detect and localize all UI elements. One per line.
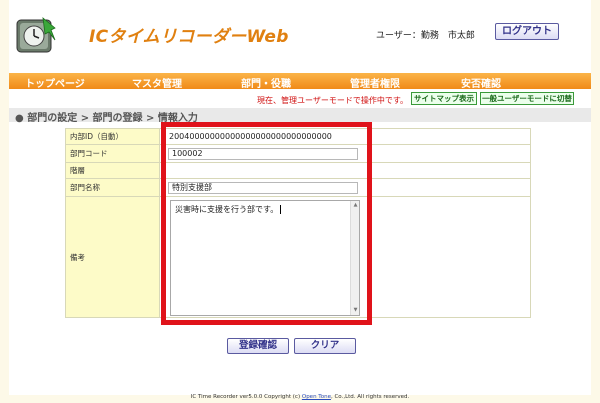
user-mode-button[interactable]: 一般ユーザーモードに切替 — [480, 92, 574, 105]
nav-item-admin[interactable]: 管理者権限 — [350, 75, 400, 90]
confirm-button[interactable]: 登録確認 — [227, 338, 289, 354]
nav-item-safety[interactable]: 安否確認 — [461, 75, 501, 90]
clear-button[interactable]: クリア — [294, 338, 356, 354]
nav-item-master[interactable]: マスタ管理 — [132, 75, 182, 90]
page-container: ICタイムリコーダーWeb ユーザー：勤務 市太郎 ログアウト トップページ マ… — [9, 0, 591, 395]
sitemap-button[interactable]: サイトマップ表示 — [411, 92, 477, 105]
app-title: ICタイムリコーダーWeb — [89, 27, 289, 47]
nav-item-top-page[interactable]: トップページ — [25, 75, 85, 90]
hierarchy-label: 階層 — [66, 163, 160, 178]
department-name-label: 部門名称 — [66, 179, 160, 196]
user-info: ユーザー：勤務 市太郎 — [376, 31, 475, 41]
mode-message: 現在、管理ユーザーモードで操作中です。 — [257, 96, 409, 105]
department-code-label: 部門コード — [66, 145, 160, 162]
footer-link[interactable]: Open Tone — [302, 394, 331, 400]
footer: IC Time Recorder ver5.0.0 Copyright (c) … — [0, 394, 600, 400]
nav-bar: トップページ マスタ管理 部門・役職 管理者権限 安否確認 — [9, 73, 591, 90]
footer-prefix: IC Time Recorder ver5.0.0 Copyright (c) — [190, 394, 302, 400]
footer-suffix: , Co.,Ltd. All rights reserved. — [330, 394, 410, 400]
highlight-box — [161, 122, 372, 325]
clock-logo-icon — [15, 14, 59, 56]
logout-button[interactable]: ログアウト — [495, 23, 559, 40]
breadcrumb-bar: ● 部門の設定 > 部門の登録 > 情報入力 — [9, 108, 591, 124]
internal-id-label: 内部ID（自動） — [66, 129, 160, 144]
nav-item-department[interactable]: 部門・役職 — [241, 75, 291, 90]
remarks-label: 備考 — [66, 197, 160, 317]
